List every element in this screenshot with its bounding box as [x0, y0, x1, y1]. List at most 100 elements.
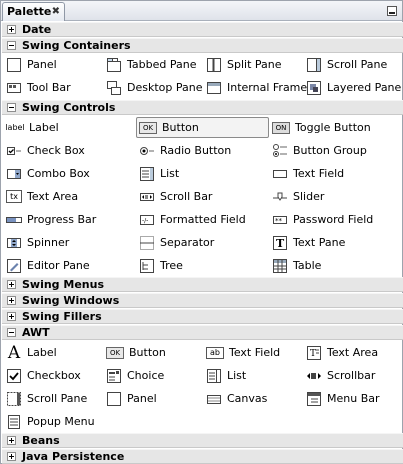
- svg-text:T: T: [276, 237, 285, 250]
- category-swing-menus[interactable]: Swing Menus: [2, 277, 403, 292]
- palette-item-label[interactable]: label Label: [5, 117, 58, 138]
- palette-item-tree[interactable]: Tree: [139, 255, 183, 276]
- awt-panel-icon: [106, 391, 122, 407]
- awt-item-scrollbar[interactable]: Scrollbar: [306, 365, 375, 386]
- palette-item-split-pane[interactable]: Split Pane: [206, 54, 282, 75]
- table-icon: [272, 258, 288, 274]
- awt-item-text-area[interactable]: T Text Area: [306, 342, 378, 363]
- checkbox-icon: [6, 143, 22, 159]
- item-label: Panel: [27, 58, 57, 71]
- palette-item-layered-pane[interactable]: Layered Pane: [306, 77, 401, 98]
- palette-item-text-pane[interactable]: T Text Pane: [272, 232, 345, 253]
- label-icon: label: [5, 123, 25, 132]
- expand-icon[interactable]: [7, 436, 16, 445]
- item-label: Text Field: [229, 346, 281, 359]
- palette-item-radio-button[interactable]: Radio Button: [139, 140, 231, 161]
- item-label: Scroll Pane: [327, 58, 388, 71]
- close-icon[interactable]: ✖: [52, 3, 60, 20]
- palette-item-progress-bar[interactable]: Progress Bar: [6, 209, 96, 230]
- category-label: Swing Windows: [22, 294, 120, 307]
- palette-item-toggle-button[interactable]: ON Toggle Button: [272, 117, 371, 138]
- palette-item-password-field[interactable]: ** Password Field: [272, 209, 373, 230]
- palette-item-text-field[interactable]: Text Field: [272, 163, 344, 184]
- item-label: List: [160, 167, 180, 180]
- awt-item-canvas[interactable]: Canvas: [206, 388, 267, 409]
- awt-item-checkbox[interactable]: Checkbox: [6, 365, 81, 386]
- awt-menu-bar-icon: [306, 391, 322, 407]
- palette-item-formatted-field[interactable]: -/- Formatted Field: [139, 209, 246, 230]
- category-awt[interactable]: AWT: [2, 325, 403, 340]
- progress-bar-icon: [6, 212, 22, 228]
- awt-scroll-pane-icon: [6, 391, 22, 407]
- palette-item-editor-pane[interactable]: Editor Pane: [6, 255, 90, 276]
- awt-checkbox-icon: [6, 368, 22, 384]
- item-label: Desktop Pane: [127, 81, 203, 94]
- collapse-icon[interactable]: [7, 41, 16, 50]
- palette-item-scroll-pane[interactable]: Scroll Pane: [306, 54, 387, 75]
- formatted-field-icon: -/-: [139, 212, 155, 228]
- category-beans[interactable]: Beans: [2, 433, 403, 448]
- awt-text-field-icon: ab: [206, 346, 224, 359]
- palette-item-button[interactable]: OK Button: [136, 117, 269, 138]
- palette-item-desktop-pane[interactable]: Desktop Pane: [106, 77, 202, 98]
- awt-item-text-field[interactable]: ab Text Field: [206, 342, 280, 363]
- item-label: Text Area: [327, 346, 379, 359]
- expand-icon[interactable]: [7, 452, 16, 461]
- expand-icon[interactable]: [7, 296, 16, 305]
- awt-item-choice[interactable]: Choice: [106, 365, 164, 386]
- palette-item-list[interactable]: List: [139, 163, 179, 184]
- awt-item-list[interactable]: List: [206, 365, 246, 386]
- internal-frame-icon: [206, 80, 222, 96]
- expand-icon[interactable]: [7, 312, 16, 321]
- minimize-icon[interactable]: [387, 6, 397, 16]
- text-field-icon: [272, 166, 288, 182]
- list-icon: [139, 166, 155, 182]
- category-date[interactable]: Date: [2, 22, 403, 37]
- palette-item-button-group[interactable]: Button Group: [272, 140, 367, 161]
- collapse-icon[interactable]: [7, 103, 16, 112]
- category-swing-controls[interactable]: Swing Controls: [2, 100, 403, 115]
- palette-item-slider[interactable]: Slider: [272, 186, 324, 207]
- palette-item-scroll-bar[interactable]: Scroll Bar: [139, 186, 212, 207]
- category-java-persistence[interactable]: Java Persistence: [2, 449, 403, 464]
- expand-icon[interactable]: [7, 25, 16, 34]
- awt-item-menu-bar[interactable]: Menu Bar: [306, 388, 380, 409]
- item-label: List: [227, 369, 247, 382]
- awt-item-popup-menu[interactable]: Popup Menu: [6, 411, 95, 432]
- svg-text:**: **: [275, 217, 283, 225]
- item-label: Tabbed Pane: [127, 58, 197, 71]
- palette-item-text-area[interactable]: tx Text Area: [6, 186, 78, 207]
- palette-item-tabbed-pane[interactable]: Tabbed Pane: [106, 54, 196, 75]
- awt-item-label[interactable]: A Label: [6, 342, 57, 363]
- item-label: Text Pane: [293, 236, 346, 249]
- category-swing-fillers[interactable]: Swing Fillers: [2, 309, 403, 324]
- palette-item-tool-bar[interactable]: Tool Bar: [6, 77, 71, 98]
- category-label: Date: [22, 23, 52, 36]
- palette-item-panel[interactable]: Panel: [6, 54, 57, 75]
- item-label: Check Box: [27, 144, 85, 157]
- palette-item-table[interactable]: Table: [272, 255, 321, 276]
- expand-icon[interactable]: [7, 280, 16, 289]
- awt-list-icon: [206, 368, 222, 384]
- awt-item-button[interactable]: OK Button: [106, 342, 166, 363]
- item-label: Progress Bar: [27, 213, 97, 226]
- palette-item-combo-box[interactable]: Combo Box: [6, 163, 90, 184]
- radio-button-icon: [139, 143, 155, 159]
- palette-window: Palette ✖ Date Swing Containers Panel Ta…: [0, 0, 403, 464]
- panel-icon: [6, 57, 22, 73]
- awt-item-scroll-pane[interactable]: Scroll Pane: [6, 388, 87, 409]
- palette-item-spinner[interactable]: Spinner: [6, 232, 69, 253]
- awt-item-panel[interactable]: Panel: [106, 388, 157, 409]
- item-label: Button: [162, 121, 199, 134]
- palette-item-separator[interactable]: Separator: [139, 232, 214, 253]
- split-pane-icon: [206, 57, 222, 73]
- category-swing-windows[interactable]: Swing Windows: [2, 293, 403, 308]
- layered-pane-icon: [306, 80, 322, 96]
- palette-item-internal-frame[interactable]: Internal Frame: [206, 77, 307, 98]
- category-swing-containers[interactable]: Swing Containers: [2, 38, 403, 53]
- palette-item-check-box[interactable]: Check Box: [6, 140, 85, 161]
- collapse-icon[interactable]: [7, 328, 16, 337]
- text-area-icon: tx: [6, 190, 22, 203]
- palette-tab[interactable]: Palette ✖: [2, 2, 65, 21]
- separator-icon: [139, 235, 155, 251]
